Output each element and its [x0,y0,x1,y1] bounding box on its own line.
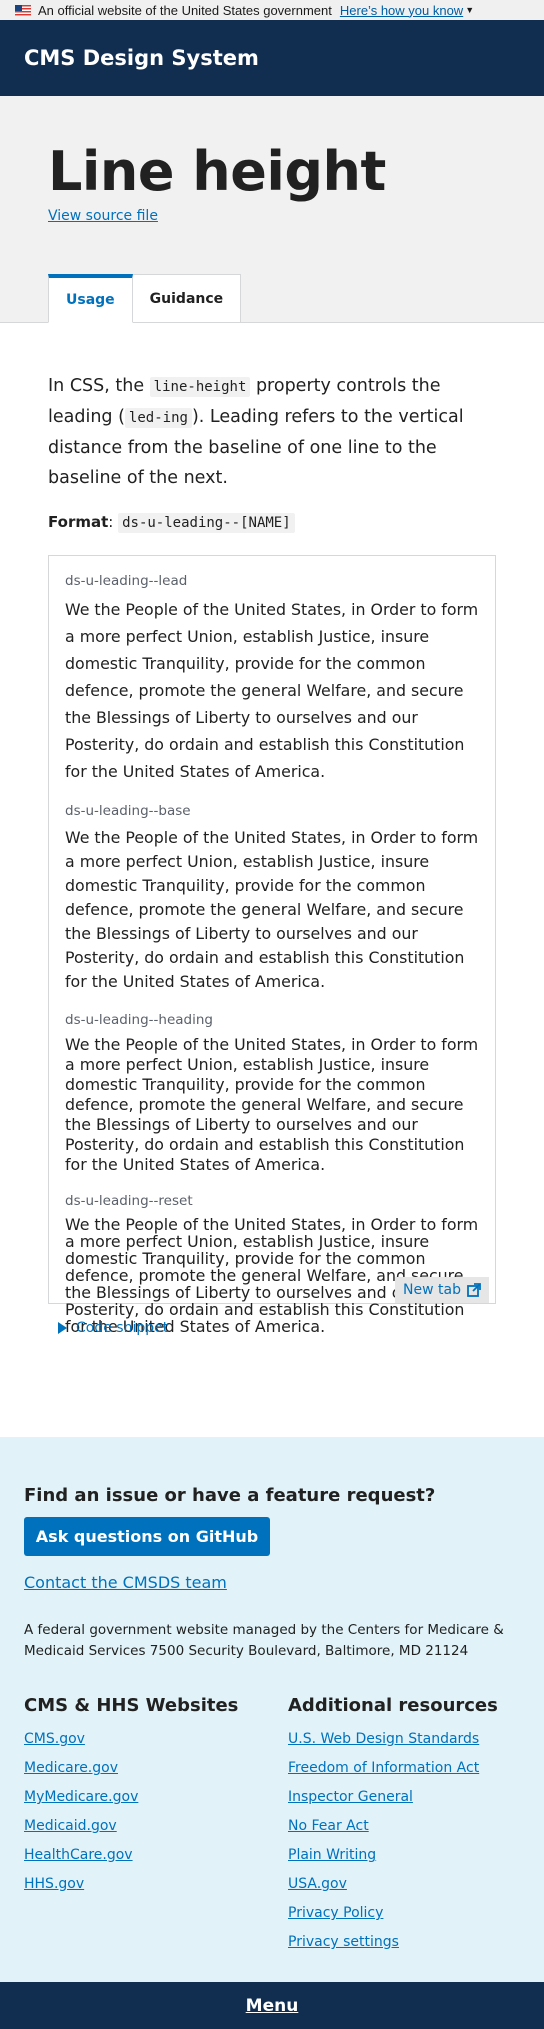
example-label: ds-u-leading--heading [65,1012,213,1028]
footer-link-medicaid[interactable]: Medicaid.gov [24,1812,238,1841]
new-tab-label: New tab [403,1282,461,1298]
github-button[interactable]: Ask questions on GitHub [24,1517,270,1556]
tab-guidance[interactable]: Guidance [132,274,242,323]
example-text: We the People of the United States, in O… [65,600,479,781]
example-box: ds-u-leading--lead We the People of the … [48,555,496,1335]
example-label: ds-u-leading--reset [65,1193,193,1209]
us-flag-icon [15,4,31,16]
example-text: We the People of the United States, in O… [65,1035,479,1174]
external-link-icon [467,1283,481,1297]
footer-link-medicare[interactable]: Medicare.gov [24,1754,238,1783]
code-snippet-label: Code snippet [76,1320,169,1336]
footer-link-no-fear-act[interactable]: No Fear Act [288,1812,498,1841]
footer-link-foia[interactable]: Freedom of Information Act [288,1754,498,1783]
intro-paragraph: In CSS, the line-height property control… [48,371,496,493]
menu-button[interactable]: Menu [246,1996,299,2016]
format-line: Format: ds-u-leading--[NAME] [48,513,496,533]
federal-notice: A federal government website managed by … [24,1622,504,1659]
tab-list: Usage Guidance [48,274,242,323]
footer-link-hhs[interactable]: HHS.gov [24,1870,238,1899]
how-you-know-link[interactable]: Here’s how you know [340,3,463,18]
main-content: In CSS, the line-height property control… [48,371,496,533]
example-base: ds-u-leading--base We the People of the … [65,803,479,994]
code-snippet-toggle[interactable]: Code snippet [58,1320,168,1336]
site-footer: Find an issue or have a feature request?… [0,1437,544,1982]
footer-heading: Find an issue or have a feature request? [24,1485,436,1506]
example-heading: ds-u-leading--heading We the People of t… [65,1012,479,1175]
chevron-down-icon[interactable]: ▼ [465,5,474,15]
footer-link-cms[interactable]: CMS.gov [24,1725,238,1754]
contact-link[interactable]: Contact the CMSDS team [24,1573,227,1592]
footer-link-mymedicare[interactable]: MyMedicare.gov [24,1783,238,1812]
example-label: ds-u-leading--base [65,803,191,819]
example-lead: ds-u-leading--lead We the People of the … [65,573,479,785]
footer-link-usa-gov[interactable]: USA.gov [288,1870,498,1899]
footer-column-cms-hhs: CMS & HHS Websites CMS.gov Medicare.gov … [24,1695,238,1899]
format-code: ds-u-leading--[NAME] [118,513,295,533]
footer-column-title: Additional resources [288,1695,498,1716]
footer-link-privacy-settings[interactable]: Privacy settings [288,1928,498,1957]
footer-column-title: CMS & HHS Websites [24,1695,239,1716]
footer-link-inspector-general[interactable]: Inspector General [288,1783,498,1812]
format-label: Format [48,513,109,531]
tab-usage[interactable]: Usage [48,274,133,323]
page-hero: Line height View source file Usage Guida… [0,96,544,323]
footer-link-plain-writing[interactable]: Plain Writing [288,1841,498,1870]
footer-link-healthcare[interactable]: HealthCare.gov [24,1841,238,1870]
footer-column-additional: Additional resources U.S. Web Design Sta… [288,1695,498,1957]
format-separator: : [108,513,119,531]
page-title: Line height [48,140,386,203]
footer-link-uswds[interactable]: U.S. Web Design Standards [288,1725,498,1754]
example-reset: ds-u-leading--reset We the People of the… [65,1193,479,1335]
new-tab-button[interactable]: New tab [395,1277,489,1303]
gov-banner: An official website of the United States… [0,0,544,20]
inline-code-line-height: line-height [149,377,251,397]
view-source-link[interactable]: View source file [48,208,158,224]
example-label: ds-u-leading--lead [65,573,188,589]
intro-text-1: In CSS, the [48,376,150,396]
triangle-right-icon [58,1322,67,1334]
inline-code-led-ing: led-ing [124,408,192,428]
footer-link-privacy-policy[interactable]: Privacy Policy [288,1899,498,1928]
site-title[interactable]: CMS Design System [24,46,259,70]
menu-bar: Menu [0,1982,544,2029]
gov-banner-text: An official website of the United States… [38,2,332,18]
example-text: We the People of the United States, in O… [65,1215,479,1336]
example-text: We the People of the United States, in O… [65,828,479,991]
site-header: CMS Design System [0,20,544,96]
